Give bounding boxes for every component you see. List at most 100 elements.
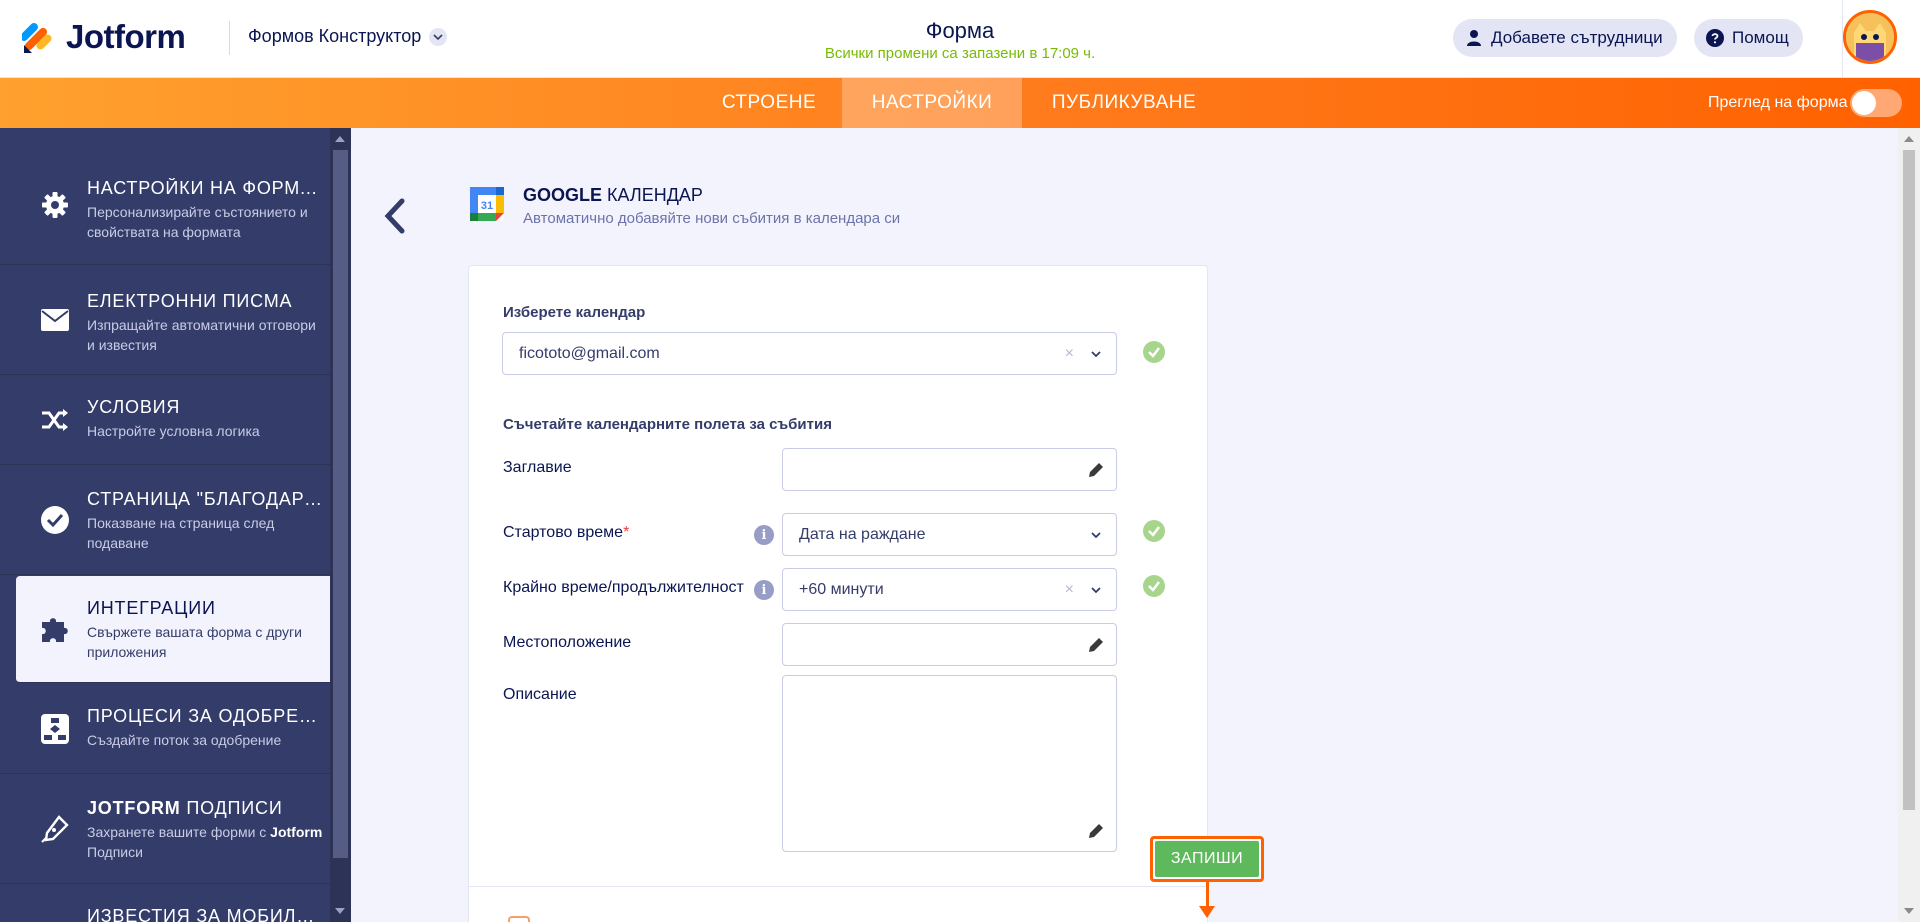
sidebar-item-emails[interactable]: ЕЛЕКТРОННИ ПИСМА Изпращайте автоматични … [0, 265, 330, 375]
sidebar-item-title: СТРАНИЦА "БЛАГОДАРЯ" [87, 489, 323, 509]
check-circle-icon [40, 505, 70, 535]
calendar-day-number: 31 [481, 200, 493, 212]
sidebar-item-title: ИНТЕГРАЦИИ [87, 598, 216, 618]
help-label: Помощ [1732, 28, 1789, 47]
sidebar-item-title: ИЗВЕСТИЯ ЗА МОБИЛН... [87, 906, 323, 922]
sidebar-item-thank-you-page[interactable]: СТРАНИЦА "БЛАГОДАРЯ" Показване на страни… [0, 465, 330, 575]
sidebar-item-mobile-notifications[interactable]: ИЗВЕСТИЯ ЗА МОБИЛН... [0, 884, 330, 922]
start-time-select[interactable]: Дата на раждане [782, 513, 1117, 556]
desc-post: Подписи [87, 844, 143, 860]
chevron-down-icon [1091, 350, 1101, 357]
integration-title: GOOGLE КАЛЕНДАР [523, 185, 703, 206]
sidebar-item-title: НАСТРОЙКИ НА ФОРМ... [87, 178, 318, 198]
gear-icon [40, 190, 70, 220]
pointer-arrow-icon [1199, 906, 1215, 918]
start-time-label-text: Стартово време [503, 524, 624, 541]
scroll-up-arrow-icon[interactable] [335, 136, 345, 142]
sidebar-scroll-thumb[interactable] [333, 150, 348, 858]
save-button-label: ЗАПИШИ [1155, 841, 1259, 877]
question-circle-icon [1706, 29, 1724, 47]
integration-title-brand: GOOGLE [523, 185, 603, 205]
tab-settings[interactable]: НАСТРОЙКИ [842, 78, 1022, 128]
form-preview-toggle[interactable] [1850, 89, 1902, 117]
calendar-select-value: ficototo@gmail.com [519, 344, 660, 362]
sidebar-item-desc: Показване на страница след подаване [87, 515, 275, 551]
end-time-label: Крайно време/продължителност [503, 579, 744, 596]
title-brand: JOTFORM [87, 798, 181, 818]
settings-navbar: СТРОЕНЕ НАСТРОЙКИ ПУБЛИКУВАНЕ Преглед на… [0, 78, 1920, 128]
sidebar-item-desc: Създайте поток за одобрение [87, 732, 282, 748]
sidebar-item-title: ЕЛЕКТРОННИ ПИСМА [87, 291, 293, 311]
select-calendar-label: Изберете календар [503, 304, 646, 321]
clear-icon[interactable]: × [1065, 581, 1074, 599]
event-title-input[interactable] [782, 448, 1117, 491]
scroll-up-arrow-icon[interactable] [1904, 136, 1914, 142]
description-label: Описание [503, 686, 577, 703]
puzzle-icon [40, 614, 70, 644]
shuffle-icon [40, 405, 70, 435]
tab-publish[interactable]: ПУБЛИКУВАНЕ [1036, 78, 1212, 128]
sidebar-item-desc: Настройте условна логика [87, 423, 260, 439]
sidebar-item-desc: Свържете вашата форма с други приложения [87, 624, 302, 660]
description-textarea[interactable] [782, 675, 1117, 852]
info-icon[interactable]: i [754, 580, 774, 600]
sidebar-item-title: ПРОЦЕСИ ЗА ОДОБРЕН... [87, 706, 323, 726]
desc-brand: Jotform [270, 824, 323, 840]
required-asterisk: * [623, 524, 630, 541]
form-preview-label: Преглед на форма [1708, 94, 1848, 111]
map-fields-label: Съчетайте календарните полета за събития [503, 416, 832, 433]
title-rest: ПОДПИСИ [180, 798, 283, 818]
card-divider [468, 886, 1208, 887]
settings-sidebar: НАСТРОЙКИ НА ФОРМ... Персонализирайте съ… [0, 128, 330, 922]
location-label: Местоположение [503, 634, 632, 651]
clear-icon[interactable]: × [1065, 345, 1074, 363]
sidebar-item-integrations[interactable]: ИНТЕГРАЦИИ Свържете вашата форма с други… [16, 576, 330, 683]
add-collaborators-label: Добавете сътрудници [1491, 28, 1663, 47]
back-button[interactable] [380, 196, 410, 236]
tab-build[interactable]: СТРОЕНЕ [712, 78, 826, 128]
check-circle-icon [1143, 341, 1165, 363]
google-calendar-icon: 31 [470, 187, 504, 221]
checkbox-partial[interactable] [508, 916, 530, 922]
top-header: Jotform Формов Конструктор Форма Всички … [0, 0, 1920, 78]
save-button[interactable]: ЗАПИШИ [1150, 836, 1264, 882]
main-scroll-thumb[interactable] [1903, 150, 1915, 810]
sidebar-item-desc: Изпращайте автоматични отговори и извест… [87, 317, 316, 353]
end-time-select[interactable]: +60 минути × [782, 568, 1117, 611]
chevron-down-icon [1091, 531, 1101, 538]
avatar[interactable] [1843, 10, 1897, 64]
info-icon[interactable]: i [754, 525, 774, 545]
sidebar-item-conditions[interactable]: УСЛОВИЯ Настройте условна логика [0, 375, 330, 465]
sidebar-item-form-settings[interactable]: НАСТРОЙКИ НА ФОРМ... Персонализирайте съ… [0, 128, 330, 265]
toggle-knob [1852, 91, 1876, 115]
chevron-down-icon [1091, 586, 1101, 593]
pencil-icon[interactable] [1086, 821, 1106, 841]
check-circle-icon [1143, 575, 1165, 597]
sidebar-item-desc: Захранете вашите форми с Jotform Подписи [87, 822, 323, 862]
user-icon [1465, 29, 1483, 47]
end-time-value: +60 минути [799, 580, 884, 598]
chevron-left-icon [384, 198, 405, 234]
sidebar-item-title: УСЛОВИЯ [87, 397, 181, 417]
calendar-select[interactable]: ficototo@gmail.com × [502, 332, 1117, 375]
add-collaborators-button[interactable]: Добавете сътрудници [1453, 19, 1677, 57]
help-button[interactable]: Помощ [1694, 19, 1803, 57]
location-input[interactable] [782, 623, 1117, 666]
envelope-icon [40, 305, 70, 335]
sidebar-item-title: JOTFORM ПОДПИСИ [87, 798, 323, 819]
sidebar-item-desc: Персонализирайте състоянието и свойстват… [87, 204, 308, 240]
avatar-cat-icon [1846, 13, 1894, 61]
sidebar-item-jotform-signatures[interactable]: JOTFORM ПОДПИСИ Захранете вашите форми с… [0, 774, 330, 884]
sidebar-item-approval-flows[interactable]: ПРОЦЕСИ ЗА ОДОБРЕН... Създайте поток за … [0, 684, 330, 774]
check-circle-icon [1143, 520, 1165, 542]
integration-subtitle: Автоматично добавяйте нови събития в кал… [523, 210, 901, 227]
pencil-icon[interactable] [1086, 635, 1106, 655]
pencil-icon[interactable] [1086, 460, 1106, 480]
integration-title-rest: КАЛЕНДАР [602, 185, 703, 205]
scroll-down-arrow-icon[interactable] [1904, 908, 1914, 914]
scroll-down-arrow-icon[interactable] [335, 908, 345, 914]
start-time-value: Дата на раждане [799, 525, 926, 543]
main-scrollbar[interactable] [1898, 128, 1920, 922]
sidebar-scrollbar[interactable] [330, 128, 351, 922]
pen-icon [40, 814, 70, 844]
